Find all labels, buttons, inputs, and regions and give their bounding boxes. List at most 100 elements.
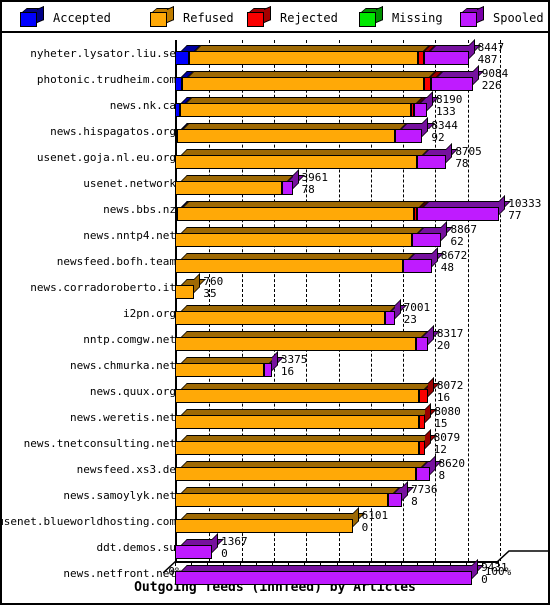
bar-side-face xyxy=(472,559,479,579)
bar-segment-spooled[interactable] xyxy=(281,181,293,195)
bar-segment-accepted[interactable] xyxy=(175,77,183,91)
category-label: news.quux.org xyxy=(89,385,176,398)
bar-segment-spooled[interactable] xyxy=(175,571,473,585)
bar-segment-refused[interactable] xyxy=(175,285,195,299)
bar-segment-spooled[interactable] xyxy=(175,545,213,559)
value-labels: 9084 226 xyxy=(482,68,509,92)
spooled-value: 35 xyxy=(203,287,217,300)
spooled-value: 48 xyxy=(440,261,455,274)
category-label: news.weretis.net xyxy=(70,411,176,424)
value-labels: 9431 0 xyxy=(481,562,508,586)
cube-icon xyxy=(460,5,486,28)
bar-segment-spooled[interactable] xyxy=(384,311,395,325)
bar-segment-refused[interactable] xyxy=(175,519,353,533)
bar-segment-rejected[interactable] xyxy=(418,441,425,455)
bar-segment-refused[interactable] xyxy=(175,363,264,377)
bar-segment-spooled[interactable] xyxy=(412,233,442,247)
chart-row: news.tnetconsulting.net 8079 12 xyxy=(2,429,548,456)
bar-segment-spooled[interactable] xyxy=(415,337,428,351)
bar-segment-refused[interactable] xyxy=(176,207,414,221)
value-labels: 8080 15 xyxy=(434,406,461,430)
value-labels: 8447 487 xyxy=(478,42,505,66)
spooled-value: 78 xyxy=(301,183,315,196)
bar-side-face xyxy=(472,65,479,85)
bar-segment-refused[interactable] xyxy=(175,493,389,507)
chart-row: usenet.network 3961 78 xyxy=(2,169,548,196)
bar-side-face xyxy=(394,299,401,319)
spooled-value: 77 xyxy=(508,209,522,222)
chart-row: photonic.trudheim.com 9084 226 xyxy=(2,65,548,92)
value-labels: 8079 12 xyxy=(434,432,461,456)
category-label: news.netfront.net xyxy=(63,567,176,580)
value-labels: 7001 23 xyxy=(404,302,431,326)
bar-segment-spooled[interactable] xyxy=(394,129,423,143)
bar-segment-spooled[interactable] xyxy=(263,363,272,377)
chart-row: news.hispagatos.org 8344 92 xyxy=(2,117,548,144)
bar-segment-spooled[interactable] xyxy=(402,259,432,273)
bar-segment-refused[interactable] xyxy=(175,467,416,481)
legend-item-accepted: Accepted xyxy=(20,2,111,33)
category-label: newsfeed.xs3.de xyxy=(76,463,176,476)
bar-segment-spooled[interactable] xyxy=(415,467,430,481)
category-label: news.nntp4.net xyxy=(83,229,176,242)
value-labels: 8672 48 xyxy=(441,250,468,274)
bar-side-face xyxy=(468,39,475,59)
category-label: nntp.comgw.net xyxy=(83,333,176,346)
legend-item-missing: Missing xyxy=(359,2,443,33)
chart-row: news.bbs.nz 10333 77 xyxy=(2,195,548,222)
bar-segment-refused[interactable] xyxy=(175,155,418,169)
bar-segment-refused[interactable] xyxy=(175,415,419,429)
bar-segment-spooled[interactable] xyxy=(388,493,403,507)
bar-segment-refused[interactable] xyxy=(176,129,395,143)
bar-segment-spooled[interactable] xyxy=(423,51,469,65)
spooled-value: 16 xyxy=(436,391,451,404)
bar-segment-refused[interactable] xyxy=(175,337,416,351)
value-labels: 3375 16 xyxy=(281,354,308,378)
bar-side-face xyxy=(427,377,434,397)
spooled-value: 92 xyxy=(431,131,445,144)
bar-segment-rejected[interactable] xyxy=(418,389,428,403)
spooled-value: 8 xyxy=(438,469,446,482)
bar-segment-spooled[interactable] xyxy=(417,155,447,169)
bar-segment-refused[interactable] xyxy=(175,259,403,273)
bar-segment-rejected[interactable] xyxy=(424,77,432,91)
value-labels: 760 35 xyxy=(203,276,223,300)
bar-side-face xyxy=(441,221,448,241)
bar-segment-refused[interactable] xyxy=(175,389,419,403)
bar-segment-refused[interactable] xyxy=(175,181,282,195)
bar-segment-accepted[interactable] xyxy=(175,51,189,65)
legend-item-refused: Refused xyxy=(150,2,234,33)
bar-side-face xyxy=(427,325,434,345)
chart-row: news.corradoroberto.it 760 35 xyxy=(2,273,548,300)
bar-side-face xyxy=(431,247,438,267)
chart-row: usenet.blueworldhosting.com 6101 0 xyxy=(0,507,548,534)
bar-segment-refused[interactable] xyxy=(175,233,413,247)
value-labels: 8344 92 xyxy=(431,120,458,144)
category-label: ddt.demos.su xyxy=(96,541,176,554)
legend-label: Rejected xyxy=(280,10,338,25)
bar-segment-spooled[interactable] xyxy=(414,103,427,117)
spooled-value: 0 xyxy=(361,521,369,534)
bar-side-face xyxy=(292,169,299,189)
bar-segment-refused[interactable] xyxy=(182,77,425,91)
bar-segment-refused[interactable] xyxy=(180,103,412,117)
bar-segment-refused[interactable] xyxy=(175,441,419,455)
chart-row: ddt.demos.su 1367 0 xyxy=(2,533,548,560)
spooled-value: 226 xyxy=(481,79,502,92)
value-labels: 8705 78 xyxy=(455,146,482,170)
category-label: news.nk.ca xyxy=(109,99,176,112)
bar-segment-spooled[interactable] xyxy=(416,207,500,221)
chart-row: news.nntp4.net 8867 62 xyxy=(2,221,548,248)
bar-segment-spooled[interactable] xyxy=(431,77,473,91)
bar-segment-refused[interactable] xyxy=(188,51,418,65)
category-label: newsfeed.bofh.team xyxy=(56,255,176,268)
spooled-value: 8 xyxy=(411,495,418,508)
chart-row: news.samoylyk.net 7736 8 xyxy=(2,481,548,508)
chart-row: news.netfront.net 9431 0 xyxy=(2,559,548,586)
bar-side-face xyxy=(212,533,219,553)
legend-label: Refused xyxy=(183,10,234,25)
bar-segment-refused[interactable] xyxy=(175,311,385,325)
bar-side-face xyxy=(194,273,201,293)
cube-icon xyxy=(20,5,46,28)
bar-side-face xyxy=(424,429,431,449)
